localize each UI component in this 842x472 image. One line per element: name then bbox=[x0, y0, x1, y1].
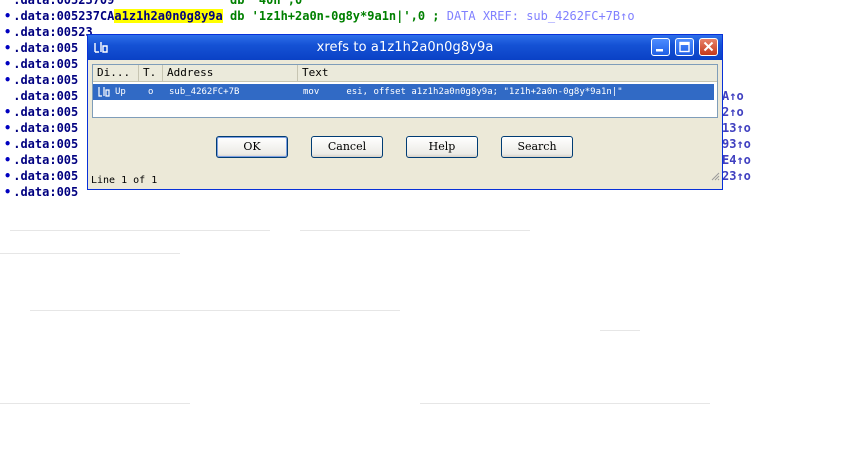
code-token: • bbox=[4, 73, 12, 87]
code-token: .data:005 bbox=[13, 137, 79, 151]
code-line[interactable]: .data:00523709 db '40h',0 bbox=[0, 0, 302, 8]
code-token: • bbox=[4, 185, 12, 199]
code-token: • bbox=[4, 25, 12, 39]
code-token: • bbox=[4, 121, 12, 135]
blank-area bbox=[0, 205, 842, 472]
code-line[interactable]: • .data:005 bbox=[0, 136, 78, 152]
xref-fragment: 23↑o bbox=[722, 169, 751, 183]
maximize-icon bbox=[679, 41, 690, 53]
xref-fragment: 13↑o bbox=[722, 121, 751, 135]
cancel-button[interactable]: Cancel bbox=[311, 136, 383, 158]
xref-fragment: E4↑o bbox=[722, 153, 751, 167]
list-header: Di... T. Address Text bbox=[93, 65, 717, 82]
dialog-titlebar[interactable]: xrefs to a1z1h2a0n0g8y9a bbox=[88, 35, 722, 60]
code-line[interactable]: • .data:005 bbox=[0, 184, 78, 200]
xref-fragment: 93↑o bbox=[722, 137, 751, 151]
code-token: db '40h',0 bbox=[114, 0, 303, 7]
close-icon bbox=[703, 41, 714, 52]
xref-fragment: 2↑o bbox=[722, 105, 744, 119]
resize-grip-icon[interactable] bbox=[710, 171, 720, 187]
code-token: • bbox=[4, 41, 12, 55]
code-token: .data:005 bbox=[13, 41, 79, 55]
code-token: DATA XREF: sub_4262FC+7B↑o bbox=[446, 9, 635, 23]
xrefs-dialog: xrefs to a1z1h2a0n0g8y9a Di... T. Addres… bbox=[87, 34, 723, 190]
cell-text: mov esi, offset a1z1h2a0n0g8y9a; "1z1h+2… bbox=[303, 87, 623, 97]
highlighted-name[interactable]: a1z1h2a0n0g8y9a bbox=[114, 9, 223, 23]
column-text[interactable]: Text bbox=[298, 65, 717, 81]
column-direction[interactable]: Di... bbox=[93, 65, 139, 81]
status-bar: Line 1 of 1 bbox=[88, 171, 722, 189]
code-token: .data:005 bbox=[13, 169, 79, 183]
code-token: .data:005 bbox=[13, 73, 79, 87]
code-token: .data:005 bbox=[13, 153, 79, 167]
column-address[interactable]: Address bbox=[163, 65, 298, 81]
code-token: • bbox=[4, 169, 12, 183]
xref-up-icon bbox=[98, 86, 110, 101]
code-token: db '1z1h+2a0n-0g8y*9a1n|',0 ; bbox=[222, 9, 447, 23]
table-row[interactable]: Up o sub_4262FC+7B mov esi, offset a1z1h… bbox=[93, 84, 714, 100]
code-token: .data:005237CA bbox=[13, 9, 115, 23]
maximize-button[interactable] bbox=[675, 38, 694, 56]
cell-direction: Up bbox=[115, 87, 126, 97]
code-line[interactable]: • .data:005 bbox=[0, 56, 78, 72]
dialog-title: xrefs to a1z1h2a0n0g8y9a bbox=[316, 40, 494, 55]
code-token: .data:00523709 bbox=[13, 0, 115, 7]
ok-button[interactable]: OK bbox=[216, 136, 288, 158]
code-line[interactable]: • .data:005237CAa1z1h2a0n0g8y9a db '1z1h+… bbox=[0, 8, 635, 24]
code-token: .data:005 bbox=[13, 89, 79, 103]
xref-fragment: A↑o bbox=[722, 89, 744, 103]
cell-address: sub_4262FC+7B bbox=[169, 87, 240, 97]
code-token: .data:00523 bbox=[13, 25, 93, 39]
search-button[interactable]: Search bbox=[501, 136, 573, 158]
status-text: Line 1 of 1 bbox=[91, 175, 158, 186]
code-line[interactable]: • .data:00523 bbox=[0, 24, 93, 40]
code-line[interactable]: • .data:005 bbox=[0, 104, 78, 120]
code-token: • bbox=[4, 105, 12, 119]
cell-type: o bbox=[148, 87, 154, 97]
code-token: .data:005 bbox=[13, 185, 79, 199]
code-line[interactable]: .data:005 bbox=[0, 88, 78, 104]
code-line[interactable]: • .data:005 bbox=[0, 120, 78, 136]
code-token: • bbox=[4, 9, 12, 23]
column-type[interactable]: T. bbox=[139, 65, 163, 81]
help-button[interactable]: Help bbox=[406, 136, 478, 158]
code-line[interactable]: • .data:005 bbox=[0, 72, 78, 88]
xrefs-list[interactable]: Di... T. Address Text Up o sub_4262FC+7B… bbox=[92, 64, 718, 118]
code-token: .data:005 bbox=[13, 105, 79, 119]
code-token: • bbox=[4, 57, 12, 71]
code-token: .data:005 bbox=[13, 57, 79, 71]
code-token: • bbox=[4, 153, 12, 167]
code-line[interactable]: • .data:005 bbox=[0, 168, 78, 184]
minimize-icon bbox=[656, 49, 663, 52]
minimize-button[interactable] bbox=[651, 38, 670, 56]
code-line[interactable]: • .data:005 bbox=[0, 152, 78, 168]
code-token: • bbox=[4, 137, 12, 151]
code-line[interactable]: • .data:005 bbox=[0, 40, 78, 56]
close-button[interactable] bbox=[699, 38, 718, 56]
code-token: .data:005 bbox=[13, 121, 79, 135]
